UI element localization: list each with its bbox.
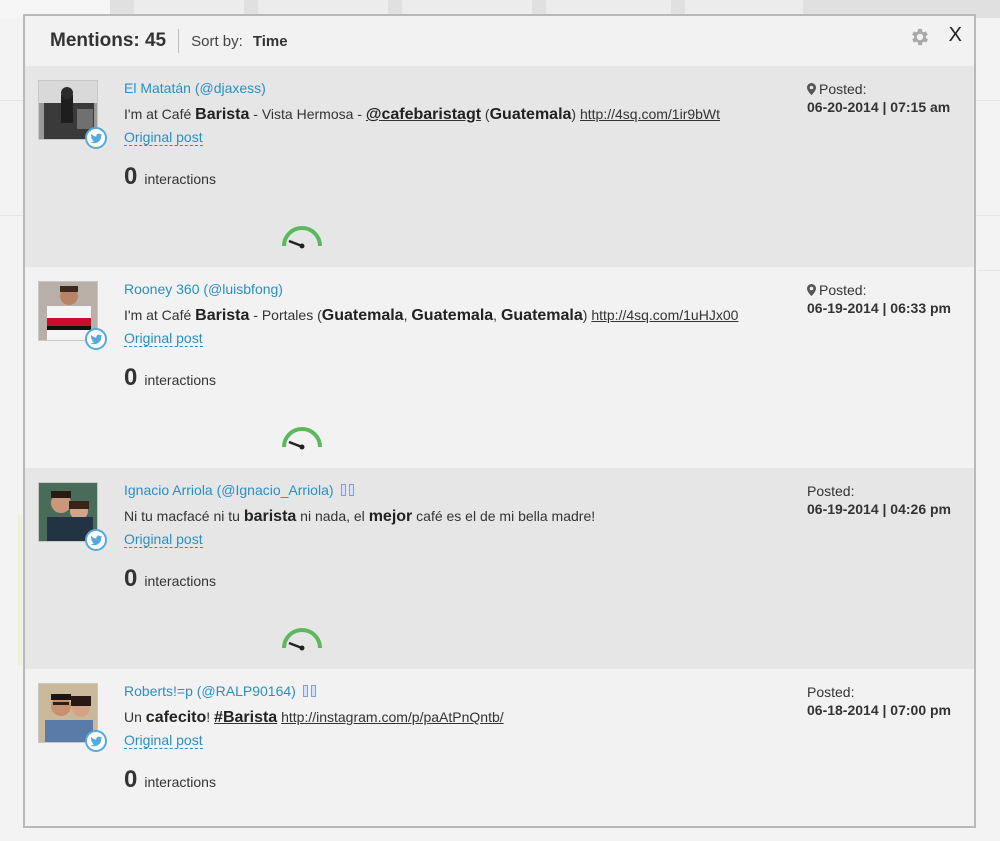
mention-author-link[interactable]: Ignacio Arriola (@Ignacio_Arriola) [124, 481, 784, 499]
text-segment: Ni tu macfacé ni tu [124, 508, 244, 524]
interactions-label: interactions [144, 372, 216, 388]
twitter-icon [85, 328, 107, 350]
sort-label: Sort by: [191, 32, 243, 50]
interactions-count: 0 interactions [124, 766, 784, 794]
sentiment-gauge-icon [280, 624, 324, 652]
text-segment: I'm at Café [124, 307, 196, 323]
mentions-count-title: Mentions: 45 [50, 30, 167, 51]
mention-handle-link[interactable]: @cafebaristagt [366, 106, 481, 123]
text-segment: , [493, 307, 501, 323]
original-post-link[interactable]: Original post [124, 331, 203, 347]
interactions-label: interactions [144, 171, 216, 187]
twitter-icon [85, 730, 107, 752]
location-pin-icon [807, 83, 816, 95]
posted-info: Posted: 06-19-2014 | 06:33 pm [807, 282, 960, 316]
sort-dropdown[interactable]: Time [253, 33, 288, 50]
posted-date: 06-18-2014 | 07:00 pm [807, 702, 952, 718]
mention-text: I'm at Café Barista - Vista Hermosa - @c… [124, 104, 784, 125]
header-divider [178, 29, 180, 53]
interactions-number: 0 [124, 565, 138, 592]
mention-content: El Matatán (@djaxess) I'm at Café Barist… [124, 79, 784, 191]
sentiment-gauge-icon [280, 222, 324, 250]
location-pin-icon [807, 284, 816, 296]
unrendered-emoji-glyph [310, 685, 316, 697]
posted-label: Posted: [819, 282, 867, 298]
text-segment: - Portales ( [249, 307, 322, 323]
mention-author-link[interactable]: El Matatán (@djaxess) [124, 79, 784, 97]
url-link[interactable]: http://4sq.com/1ir9bWt [580, 106, 720, 122]
author-name[interactable]: El Matatán (@djaxess) [124, 80, 266, 96]
posted-info: Posted: 06-18-2014 | 07:00 pm [807, 684, 960, 718]
posted-date: 06-19-2014 | 04:26 pm [807, 501, 952, 517]
mentions-modal: Mentions: 45 Sort by: Time X El Matatán … [23, 14, 976, 828]
interactions-number: 0 [124, 766, 138, 793]
posted-info: Posted: 06-20-2014 | 07:15 am [807, 81, 960, 115]
mention-author-link[interactable]: Roberts!=p (@RALP90164) [124, 682, 784, 700]
background-divider [978, 270, 1000, 271]
mention-text: Ni tu macfacé ni tu barista ni nada, el … [124, 506, 784, 527]
text-segment: I'm at Café [124, 106, 196, 122]
original-post-link[interactable]: Original post [124, 130, 203, 146]
original-post-link[interactable]: Original post [124, 532, 203, 548]
interactions-number: 0 [124, 163, 138, 190]
text-segment: ni nada, el [296, 508, 369, 524]
mention-item: Rooney 360 (@luisbfong) I'm at Café Bari… [25, 267, 974, 468]
keyword-highlight: Guatemala [500, 307, 583, 324]
author-name[interactable]: Ignacio Arriola (@Ignacio_Arriola) [124, 482, 334, 498]
keyword-highlight: Guatemala [321, 307, 404, 324]
mention-content: Ignacio Arriola (@Ignacio_Arriola) Ni tu… [124, 481, 784, 593]
settings-gear-icon[interactable] [909, 26, 931, 48]
author-name[interactable]: Rooney 360 (@luisbfong) [124, 281, 283, 297]
unrendered-emoji-glyph [302, 685, 308, 697]
keyword-highlight: Guatemala [489, 106, 572, 123]
posted-label: Posted: [807, 483, 855, 499]
posted-label-row: Posted: [807, 282, 960, 298]
posted-info: Posted: 06-19-2014 | 04:26 pm [807, 483, 960, 517]
url-link[interactable]: http://instagram.com/p/paAtPnQntb/ [281, 709, 504, 725]
text-segment: café es el de mi bella madre! [412, 508, 596, 524]
url-link[interactable]: http://4sq.com/1uHJx00 [591, 307, 738, 323]
keyword-highlight: Barista [195, 106, 250, 123]
hashtag-link[interactable]: #Barista [214, 709, 277, 726]
keyword-highlight: mejor [368, 508, 413, 525]
unrendered-emoji-glyph [348, 484, 354, 496]
modal-header: Mentions: 45 Sort by: Time X [25, 16, 974, 66]
mention-content: Roberts!=p (@RALP90164) Un cafecito! #Ba… [124, 682, 784, 794]
mention-content: Rooney 360 (@luisbfong) I'm at Café Bari… [124, 280, 784, 392]
interactions-label: interactions [144, 774, 216, 790]
close-icon[interactable]: X [949, 24, 962, 47]
keyword-highlight: Guatemala [411, 307, 494, 324]
twitter-icon [85, 529, 107, 551]
keyword-highlight: Barista [195, 307, 250, 324]
original-post-link[interactable]: Original post [124, 733, 203, 749]
posted-label-row: Posted: [807, 81, 960, 97]
sentiment-gauge-icon [280, 423, 324, 451]
text-segment: ! [206, 709, 215, 725]
mention-author-link[interactable]: Rooney 360 (@luisbfong) [124, 280, 784, 298]
posted-date: 06-19-2014 | 06:33 pm [807, 300, 952, 316]
mention-text: Un cafecito! #Barista http://instagram.c… [124, 707, 784, 728]
posted-label: Posted: [807, 684, 855, 700]
unrendered-emoji-glyph [340, 484, 346, 496]
background-chart-fragment [18, 515, 22, 665]
posted-label: Posted: [819, 81, 867, 97]
interactions-count: 0 interactions [124, 565, 784, 593]
mention-text: I'm at Café Barista - Portales (Guatemal… [124, 305, 784, 326]
text-segment: ) [571, 106, 580, 122]
keyword-highlight: barista [243, 508, 297, 525]
text-segment: ( [481, 106, 490, 122]
text-segment: Un [124, 709, 146, 725]
text-segment: - Vista Hermosa - [249, 106, 366, 122]
interactions-count: 0 interactions [124, 364, 784, 392]
mention-item: El Matatán (@djaxess) I'm at Café Barist… [25, 66, 974, 267]
twitter-icon [85, 127, 107, 149]
keyword-highlight: cafecito [145, 709, 207, 726]
interactions-label: interactions [144, 573, 216, 589]
mention-item: Roberts!=p (@RALP90164) Un cafecito! #Ba… [25, 669, 974, 826]
posted-date: 06-20-2014 | 07:15 am [807, 99, 951, 115]
author-name[interactable]: Roberts!=p (@RALP90164) [124, 683, 296, 699]
interactions-count: 0 interactions [124, 163, 784, 191]
mention-item: Ignacio Arriola (@Ignacio_Arriola) Ni tu… [25, 468, 974, 669]
interactions-number: 0 [124, 364, 138, 391]
